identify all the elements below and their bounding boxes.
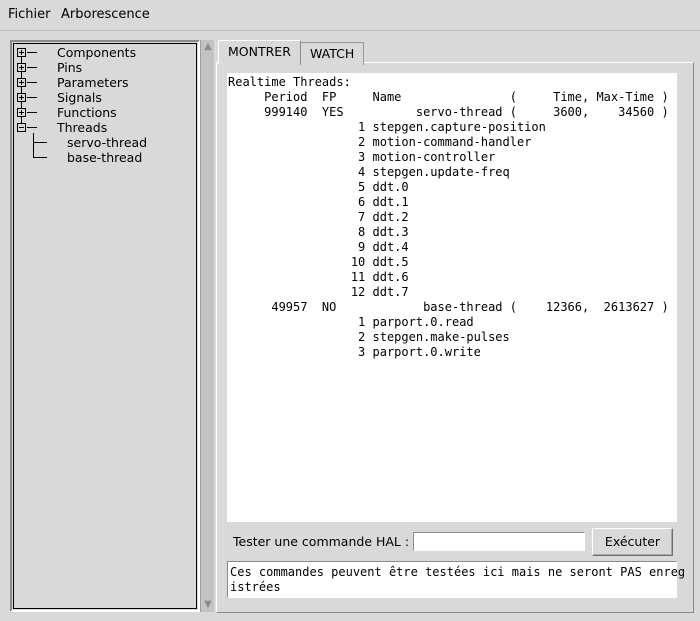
tree-branch [27,82,37,83]
output-line: 1 stepgen.capture-position [228,120,546,134]
hal-command-input[interactable] [413,532,585,551]
info-line-1: Ces commandes peuvent être testées ici m… [230,565,686,579]
tree-branch [27,52,37,53]
tree-scrollbar[interactable]: ▲ ▼ [200,40,214,612]
output-line: 4 stepgen.update-freq [228,165,510,179]
tree-branch [33,157,47,158]
tree-item-signals[interactable]: Signals [57,90,102,105]
output-line: Period FP Name ( Time, Max-Time ) [228,90,669,104]
tab-montrer[interactable]: MONTRER [218,40,301,64]
tree-item-threads[interactable]: Threads [57,120,107,135]
output-line: 5 ddt.0 [228,180,409,194]
tree-view: Components Pins Parameters Signals Funct… [13,43,197,609]
tree-branch [27,97,37,98]
expand-pins-icon[interactable] [17,63,26,72]
tree-branch [27,67,37,68]
collapse-threads-icon[interactable] [17,123,26,132]
tree-branch [33,142,47,143]
tab-watch[interactable]: WATCH [300,42,365,65]
output-line: 6 ddt.1 [228,195,409,209]
output-line: 10 ddt.5 [228,255,409,269]
scroll-down-arrow-icon[interactable]: ▼ [202,599,214,611]
output-line: 2 motion-command-handler [228,135,532,149]
tree-item-servo-thread[interactable]: servo-thread [67,135,147,150]
menu-fichier[interactable]: Fichier [8,7,51,22]
menu-bar: Fichier Arborescence [0,0,700,31]
output-line: 1 parport.0.read [228,315,474,329]
output-line: 7 ddt.2 [228,210,409,224]
hal-command-label: Tester une commande HAL : [233,534,410,549]
output-line: 12 ddt.7 [228,285,409,299]
output-line: 11 ddt.6 [228,270,409,284]
expand-signals-icon[interactable] [17,93,26,102]
output-line: 2 stepgen.make-pulses [228,330,510,344]
menu-arborescence[interactable]: Arborescence [61,7,150,22]
info-text-box: Ces commandes peuvent être testées ici m… [227,561,686,598]
tree-item-components[interactable]: Components [57,45,136,60]
scroll-up-arrow-icon[interactable]: ▲ [202,41,214,53]
tree-branch [27,127,37,128]
output-line: 999140 YES servo-thread ( 3600, 34560 ) [228,105,669,119]
output-line: 3 motion-controller [228,150,496,164]
expand-components-icon[interactable] [17,48,26,57]
execute-button[interactable]: Exécuter [592,528,673,556]
output-line: 9 ddt.4 [228,240,409,254]
output-line: Realtime Threads: [228,75,351,89]
tree-panel: Components Pins Parameters Signals Funct… [10,40,200,612]
tree-item-base-thread[interactable]: base-thread [67,150,142,165]
info-line-2: istrées [230,580,281,594]
tree-item-pins[interactable]: Pins [57,60,82,75]
tree-item-parameters[interactable]: Parameters [57,75,129,90]
output-line: 3 parport.0.write [228,345,481,359]
expand-functions-icon[interactable] [17,108,26,117]
tree-child-connector [33,133,34,157]
tree-branch [27,112,37,113]
output-line: 49957 NO base-thread ( 12366, 2613627 ) [228,300,669,314]
tree-item-functions[interactable]: Functions [57,105,117,120]
output-text-area[interactable]: Realtime Threads: Period FP Name ( Time,… [227,73,677,522]
output-line: 8 ddt.3 [228,225,409,239]
expand-parameters-icon[interactable] [17,78,26,87]
